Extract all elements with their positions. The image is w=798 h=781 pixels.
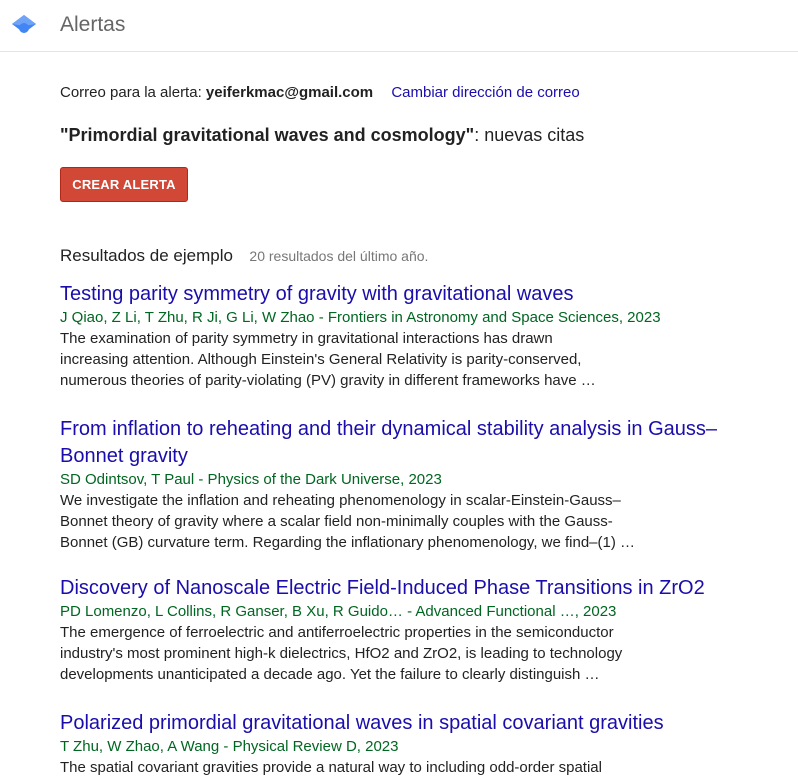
change-email-link[interactable]: Cambiar dirección de correo	[391, 84, 579, 101]
result-snippet-line: The examination of parity symmetry in gr…	[60, 330, 553, 347]
query-row: "Primordial gravitational waves and cosm…	[60, 124, 584, 146]
results-heading-label: Resultados de ejemplo	[60, 246, 233, 265]
result-snippet-line: We investigate the inflation and reheati…	[60, 492, 621, 509]
result-snippet-line: numerous theories of parity-violating (P…	[60, 372, 596, 389]
result-title-link[interactable]: Polarized primordial gravitational waves…	[60, 710, 780, 737]
result-authors: SD Odintsov, T Paul - Physics of the Dar…	[60, 471, 442, 488]
result-title-line: Bonnet gravity	[60, 445, 188, 467]
scholar-logo-icon[interactable]	[11, 14, 37, 36]
result-snippet: We investigate the inflation and reheati…	[60, 490, 780, 553]
result-title-link[interactable]: Discovery of Nanoscale Electric Field-In…	[60, 575, 780, 602]
result-item: From inflation to reheating and their dy…	[60, 416, 780, 553]
result-authors: J Qiao, Z Li, T Zhu, R Ji, G Li, W Zhao …	[60, 309, 661, 326]
email-row: Correo para la alerta: yeiferkmac@gmail.…	[60, 84, 580, 102]
result-snippet-line: Bonnet theory of gravity where a scalar …	[60, 513, 613, 530]
result-title-link[interactable]: From inflation to reheating and their dy…	[60, 416, 780, 470]
result-snippet-line: The emergence of ferroelectric and antif…	[60, 624, 614, 641]
result-snippet: The spatial covariant gravities provide …	[60, 757, 780, 778]
results-count: 20 resultados del último año.	[249, 248, 429, 264]
alert-query: "Primordial gravitational waves and cosm…	[60, 125, 475, 145]
results-heading: Resultados de ejemplo 20 resultados del …	[60, 246, 428, 267]
result-snippet-line: The spatial covariant gravities provide …	[60, 759, 602, 776]
top-bar: Alertas	[0, 0, 798, 52]
result-snippet: The examination of parity symmetry in gr…	[60, 328, 780, 391]
query-suffix: : nuevas citas	[474, 125, 585, 145]
alert-email: yeiferkmac@gmail.com	[205, 84, 374, 101]
result-authors: T Zhu, W Zhao, A Wang - Physical Review …	[60, 738, 399, 755]
result-item: Testing parity symmetry of gravity with …	[60, 281, 780, 391]
result-title-line: From inflation to reheating and their dy…	[60, 418, 717, 440]
result-item: Polarized primordial gravitational waves…	[60, 710, 780, 778]
result-snippet-line: increasing attention. Although Einstein'…	[60, 351, 582, 368]
result-snippet: The emergence of ferroelectric and antif…	[60, 622, 780, 685]
email-label: Correo para la alerta:	[60, 84, 202, 101]
result-item: Discovery of Nanoscale Electric Field-In…	[60, 575, 780, 685]
result-snippet-line: industry's most prominent high-k dielect…	[60, 645, 623, 662]
result-snippet-line: Bonnet (GB) curvature term. Regarding th…	[60, 534, 636, 551]
result-title-line: Polarized primordial gravitational waves…	[60, 712, 664, 734]
result-title-line: Testing parity symmetry of gravity with …	[60, 283, 574, 305]
result-snippet-line: developments unanticipated a decade ago.…	[60, 666, 600, 683]
result-title-link[interactable]: Testing parity symmetry of gravity with …	[60, 281, 780, 308]
result-title-line: Discovery of Nanoscale Electric Field-In…	[60, 577, 705, 599]
page-title: Alertas	[60, 13, 126, 36]
result-authors: PD Lomenzo, L Collins, R Ganser, B Xu, R…	[60, 603, 617, 620]
create-alert-button[interactable]: CREAR ALERTA	[60, 167, 188, 202]
